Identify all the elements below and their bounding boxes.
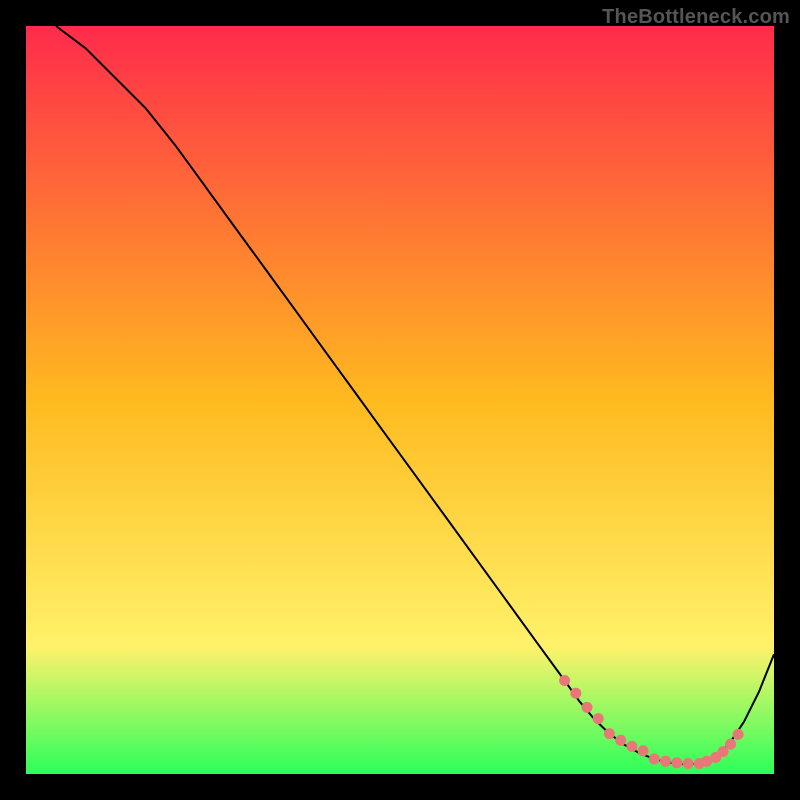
valley-dot: [638, 745, 649, 756]
valley-dot: [626, 741, 637, 752]
valley-dot: [683, 758, 694, 769]
chart-svg: [26, 26, 774, 774]
attribution-text: TheBottleneck.com: [602, 6, 790, 29]
valley-dot: [604, 728, 615, 739]
valley-dot: [660, 756, 671, 767]
valley-dot: [671, 757, 682, 768]
valley-dot: [649, 754, 660, 765]
valley-dot: [570, 688, 581, 699]
chart-frame: TheBottleneck.com: [0, 0, 800, 800]
gradient-background: [26, 26, 774, 774]
valley-dot: [593, 713, 604, 724]
valley-dot: [733, 729, 744, 740]
plot-area: [26, 26, 774, 774]
valley-dot: [559, 675, 570, 686]
valley-dot: [582, 702, 593, 713]
valley-dot: [615, 735, 626, 746]
valley-dot: [725, 739, 736, 750]
